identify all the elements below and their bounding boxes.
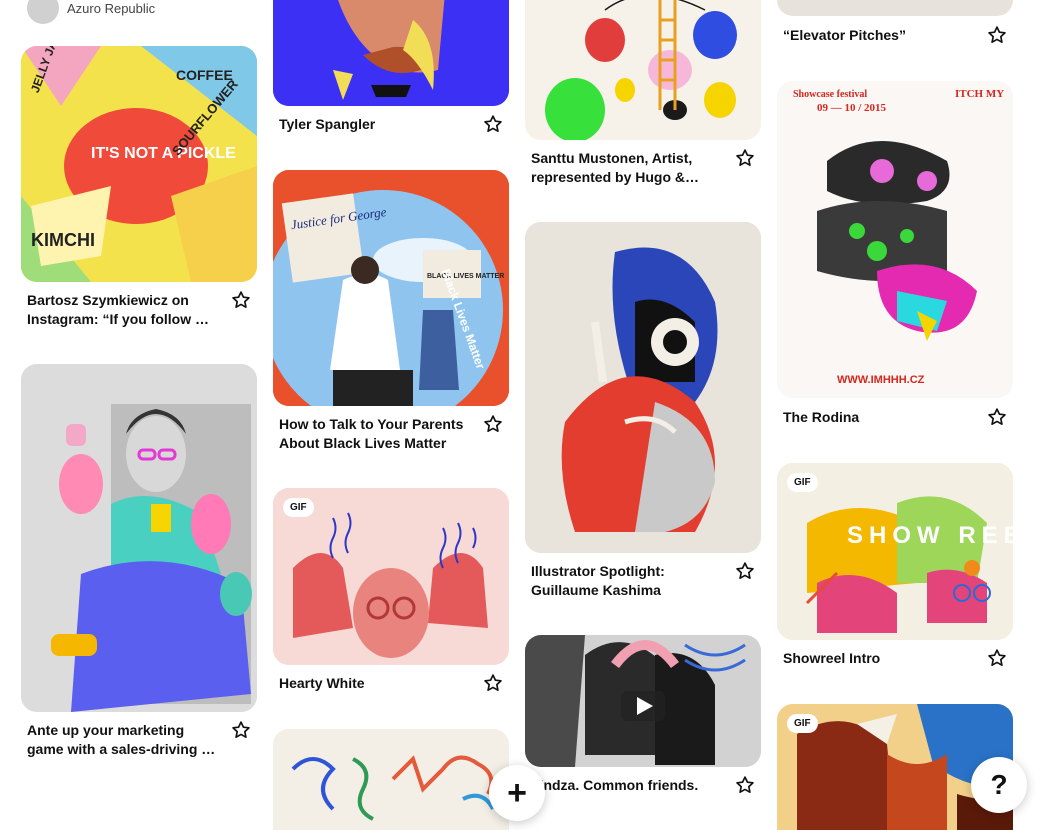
- pin-image-rodina[interactable]: Showcase festival 09 — 10 / 2015 ITCH MY…: [777, 81, 1013, 398]
- pin-title[interactable]: Bartosz Szymkiewicz on Instagram: “If yo…: [27, 291, 217, 329]
- kimchi-text: KIMCHI: [31, 230, 95, 250]
- pin-title[interactable]: Ante up your marketing game with a sales…: [27, 721, 217, 759]
- pin-image-hearty[interactable]: GIF: [273, 488, 509, 665]
- bw-collage-art: [525, 635, 761, 767]
- abstract-shapes-art: [525, 0, 761, 140]
- pin-image-bartosz[interactable]: IT'S NOT A PICKLE KIMCHI SOURFLOWER COFF…: [21, 46, 257, 282]
- figure-illustration-art: [525, 222, 761, 553]
- pickle-headline-text: IT'S NOT A PICKLE: [91, 145, 236, 162]
- pin-title[interactable]: Tyler Spangler: [279, 115, 469, 134]
- avatar: [27, 0, 59, 24]
- site-url-text: WWW.IMHHH.CZ: [837, 374, 925, 386]
- showreel-text: SHOW REEL: [847, 522, 1013, 549]
- pin-image-blm[interactable]: Justice for George BLACK LIVES MATTER Bl…: [273, 170, 509, 406]
- itch-my-text: ITCH MY: [955, 88, 1004, 100]
- owner-name: Azuro Republic: [67, 0, 156, 16]
- pin-title[interactable]: How to Talk to Your Parents About Black …: [279, 415, 469, 453]
- pin-image-marketing[interactable]: [21, 364, 257, 712]
- blm-sign-text: BLACK LIVES MATTER: [427, 273, 504, 280]
- pin-image-showreel[interactable]: SHOW REEL GIF: [777, 463, 1013, 640]
- collage-portrait-art: [21, 364, 257, 712]
- star-icon[interactable]: [482, 113, 504, 135]
- pin-image-doodles[interactable]: [273, 729, 509, 830]
- star-icon[interactable]: [986, 406, 1008, 428]
- star-icon[interactable]: [230, 719, 252, 741]
- star-icon[interactable]: [986, 647, 1008, 669]
- face-collage-art: [273, 0, 509, 106]
- showcase-dates-text: 09 — 10 / 2015: [817, 102, 887, 114]
- pin-image-santtu[interactable]: [525, 0, 761, 140]
- festival-poster-art: Showcase festival 09 — 10 / 2015 ITCH MY…: [777, 81, 1013, 398]
- gif-badge: GIF: [787, 473, 818, 492]
- pin-image-lindza[interactable]: [525, 635, 761, 767]
- pin-title[interactable]: Showreel Intro: [783, 649, 973, 668]
- star-icon[interactable]: [482, 413, 504, 435]
- coffee-text: COFFEE: [176, 67, 233, 83]
- pin-title[interactable]: Santtu Mustonen, Artist, represented by …: [531, 149, 721, 187]
- pin-title[interactable]: Hearty White: [279, 674, 469, 693]
- pin-title[interactable]: “Elevator Pitches”: [783, 26, 973, 45]
- star-icon[interactable]: [734, 147, 756, 169]
- pin-image-elevator[interactable]: [777, 0, 1013, 16]
- gif-badge: GIF: [787, 714, 818, 733]
- star-icon[interactable]: [230, 289, 252, 311]
- gif-badge: GIF: [283, 498, 314, 517]
- protest-photo-art: Justice for George BLACK LIVES MATTER Bl…: [273, 170, 509, 406]
- showcase-heading-text: Showcase festival: [793, 89, 867, 100]
- star-icon[interactable]: [986, 24, 1008, 46]
- pin-image-kashima[interactable]: [525, 222, 761, 553]
- add-button[interactable]: +: [489, 765, 545, 821]
- help-button[interactable]: ?: [971, 757, 1027, 813]
- pin-image-tyler[interactable]: [273, 0, 509, 106]
- pickle-poster-art: IT'S NOT A PICKLE KIMCHI SOURFLOWER COFF…: [21, 46, 257, 282]
- star-icon[interactable]: [482, 672, 504, 694]
- star-icon[interactable]: [734, 774, 756, 796]
- pin-board: Azuro Republic IT'S NOT A PICKLE KIMCHI …: [0, 0, 1041, 830]
- doodles-art: [273, 729, 509, 830]
- pin-title[interactable]: The Rodina: [783, 408, 973, 427]
- star-icon[interactable]: [734, 560, 756, 582]
- board-owner[interactable]: Azuro Republic: [27, 0, 155, 24]
- pin-title[interactable]: Lindza. Common friends.: [531, 776, 721, 795]
- pin-title[interactable]: Illustrator Spotlight: Guillaume Kashima: [531, 562, 721, 600]
